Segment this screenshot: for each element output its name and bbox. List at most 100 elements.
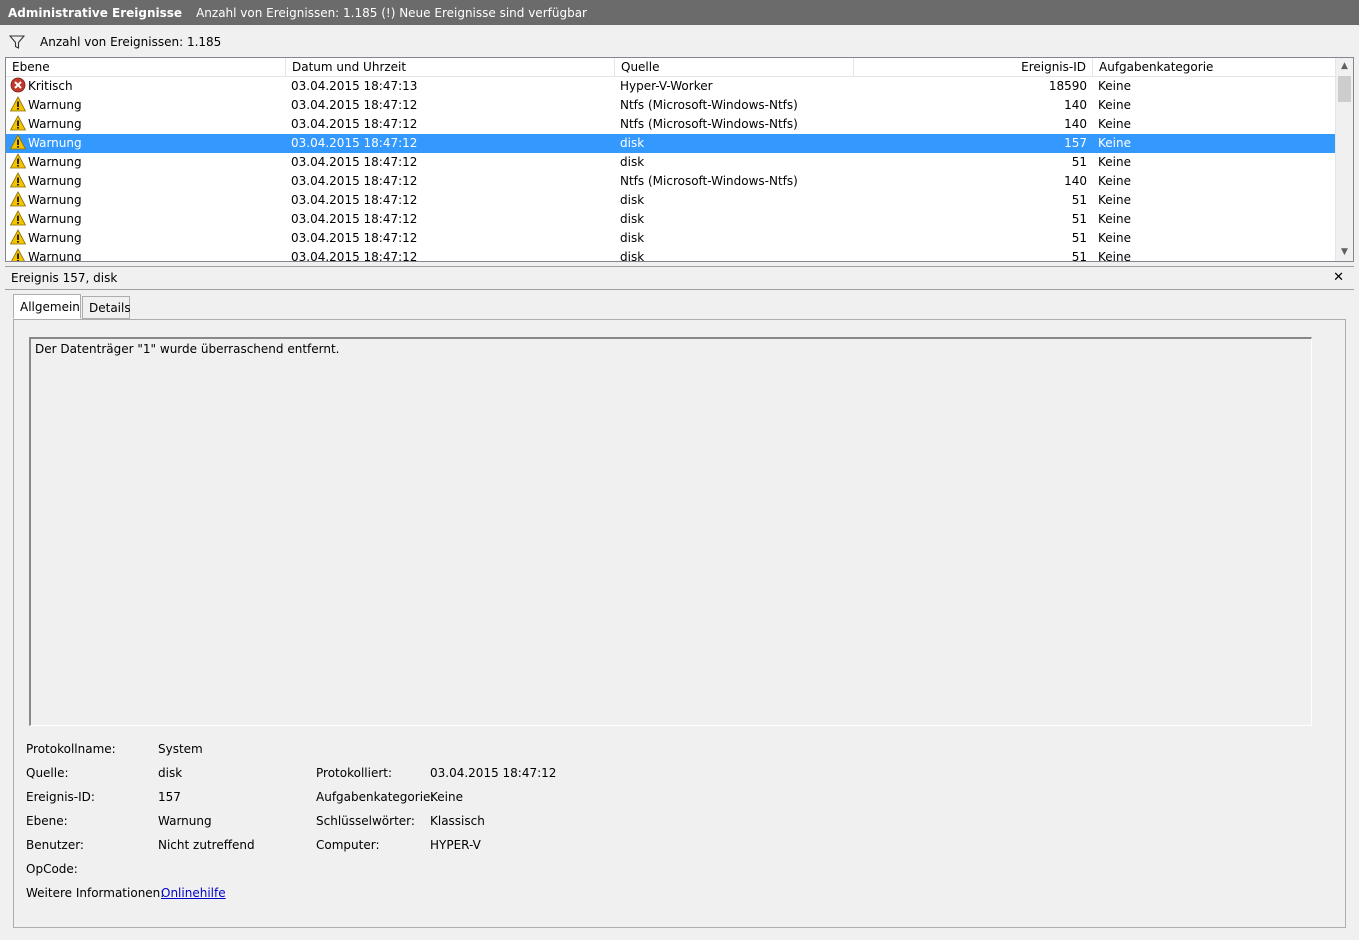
cell-source: Ntfs (Microsoft-Windows-Ntfs) — [620, 98, 798, 112]
cell-level-text: Warnung — [28, 193, 82, 207]
table-row[interactable]: Warnung 03.04.2015 18:47:12 disk 157 Keine — [6, 134, 1335, 153]
cell-level-text: Warnung — [28, 174, 82, 188]
cell-source: disk — [620, 250, 645, 262]
event-count-info: Anzahl von Ereignissen: 1.185 (!) Neue E… — [196, 5, 587, 20]
column-header-task-category[interactable]: Aufgabenkategorie — [1093, 58, 1335, 77]
cell-level: Warnung — [10, 115, 280, 134]
prop-label-computer: Computer: — [316, 838, 380, 852]
cell-level: Warnung — [10, 248, 280, 261]
cell-task-category: Keine — [1098, 136, 1131, 150]
prop-label-user: Benutzer: — [26, 838, 84, 852]
warning-icon — [10, 191, 27, 207]
table-row[interactable]: Warnung 03.04.2015 18:47:12 Ntfs (Microsof… — [6, 172, 1335, 191]
cell-date: 03.04.2015 18:47:12 — [291, 155, 418, 169]
scrollbar-thumb[interactable] — [1338, 76, 1351, 102]
cell-task-category: Keine — [1098, 174, 1131, 188]
prop-label-logname: Protokollname: — [26, 742, 116, 756]
critical-icon — [10, 77, 26, 93]
cell-event-id: 18590 — [1048, 79, 1087, 93]
column-header-source[interactable]: Quelle — [615, 58, 854, 77]
cell-level-text: Kritisch — [28, 79, 73, 93]
prop-value-logged: 03.04.2015 18:47:12 — [430, 766, 557, 780]
table-row[interactable]: Warnung 03.04.2015 18:47:12 disk 51 Keine — [6, 153, 1335, 172]
prop-value-event-id: 157 — [158, 790, 181, 804]
column-header-date[interactable]: Datum und Uhrzeit — [286, 58, 615, 77]
warning-icon — [10, 153, 27, 169]
table-row[interactable]: Warnung 03.04.2015 18:47:12 disk 51 Keine — [6, 191, 1335, 210]
cell-level: Warnung — [10, 153, 280, 172]
table-row[interactable]: Warnung 03.04.2015 18:47:12 Ntfs (Microsof… — [6, 96, 1335, 115]
warning-icon — [10, 229, 27, 245]
cell-event-id: 157 — [1064, 136, 1087, 150]
scroll-down-arrow-icon[interactable]: ▼ — [1336, 244, 1353, 261]
table-row[interactable]: Kritisch 03.04.2015 18:47:13 Hyper-V-Worke… — [6, 77, 1335, 96]
prop-label-opcode: OpCode: — [26, 862, 78, 876]
cell-source: Hyper-V-Worker — [620, 79, 713, 93]
cell-event-id: 51 — [1071, 193, 1087, 207]
prop-label-level: Ebene: — [26, 814, 68, 828]
cell-source: disk — [620, 231, 645, 245]
table-row[interactable]: Warnung 03.04.2015 18:47:12 Ntfs (Microsof… — [6, 115, 1335, 134]
cell-task-category: Keine — [1098, 117, 1131, 131]
prop-label-event-id: Ereignis-ID: — [26, 790, 95, 804]
filter-funnel-icon[interactable] — [9, 34, 25, 50]
cell-event-id: 140 — [1064, 117, 1087, 131]
cell-level: Warnung — [10, 96, 280, 115]
events-grid[interactable]: Ebene Datum und Uhrzeit Quelle Ereignis-… — [5, 57, 1354, 262]
cell-date: 03.04.2015 18:47:12 — [291, 250, 418, 262]
warning-icon — [10, 172, 27, 188]
cell-level: Warnung — [10, 134, 280, 153]
cell-level-text: Warnung — [28, 212, 82, 226]
prop-value-source: disk — [158, 766, 183, 780]
table-row[interactable]: Warnung 03.04.2015 18:47:12 disk 51 Keine — [6, 229, 1335, 248]
cell-source: disk — [620, 155, 645, 169]
column-header-event-id[interactable]: Ereignis-ID — [854, 58, 1093, 77]
event-message-text: Der Datenträger "1" wurde überraschend e… — [35, 342, 340, 356]
panel-title: Administrative Ereignisse — [8, 5, 183, 20]
tab-details[interactable]: Details — [82, 296, 131, 319]
prop-value-logname: System — [158, 742, 203, 756]
cell-event-id: 51 — [1071, 231, 1087, 245]
cell-level-text: Warnung — [28, 117, 82, 131]
grid-rows: Kritisch 03.04.2015 18:47:13 Hyper-V-Worke… — [6, 77, 1335, 262]
column-header-level[interactable]: Ebene — [6, 58, 286, 77]
cell-date: 03.04.2015 18:47:12 — [291, 231, 418, 245]
prop-label-task-category: Aufgabenkategorie: — [316, 790, 435, 804]
online-help-link[interactable]: Onlinehilfe — [161, 886, 226, 900]
prop-label-source: Quelle: — [26, 766, 69, 780]
cell-source: Ntfs (Microsoft-Windows-Ntfs) — [620, 174, 798, 188]
prop-label-more-info: Weitere Informationen: — [26, 886, 165, 900]
cell-task-category: Keine — [1098, 231, 1131, 245]
cell-level: Warnung — [10, 172, 280, 191]
cell-source: Ntfs (Microsoft-Windows-Ntfs) — [620, 117, 798, 131]
cell-level: Warnung — [10, 210, 280, 229]
prop-value-task-category: Keine — [430, 790, 463, 804]
prop-label-logged: Protokolliert: — [316, 766, 393, 780]
cell-level: Kritisch — [10, 77, 280, 96]
cell-task-category: Keine — [1098, 98, 1131, 112]
event-detail-header: Ereignis 157, disk ✕ — [5, 266, 1354, 290]
table-row[interactable]: Warnung 03.04.2015 18:47:12 disk 51 Keine — [6, 210, 1335, 229]
close-icon[interactable]: ✕ — [1333, 270, 1344, 285]
warning-icon — [10, 96, 27, 112]
prop-value-level: Warnung — [158, 814, 212, 828]
cell-event-id: 51 — [1071, 212, 1087, 226]
table-row[interactable]: Warnung 03.04.2015 18:47:12 disk 51 Keine — [6, 248, 1335, 262]
cell-date: 03.04.2015 18:47:12 — [291, 98, 418, 112]
cell-level-text: Warnung — [28, 136, 82, 150]
filter-count-text: Anzahl von Ereignissen: 1.185 — [40, 35, 222, 49]
cell-event-id: 51 — [1071, 155, 1087, 169]
warning-icon — [10, 210, 27, 226]
cell-date: 03.04.2015 18:47:12 — [291, 193, 418, 207]
prop-value-user: Nicht zutreffend — [158, 838, 255, 852]
cell-source: disk — [620, 193, 645, 207]
tab-general[interactable]: Allgemein — [13, 294, 81, 319]
scroll-up-arrow-icon[interactable]: ▲ — [1336, 58, 1353, 75]
window-titlebar: Administrative Ereignisse Anzahl von Ere… — [0, 0, 1359, 25]
cell-task-category: Keine — [1098, 250, 1131, 262]
event-message-box[interactable]: Der Datenträger "1" wurde überraschend e… — [29, 337, 1312, 726]
cell-source: disk — [620, 136, 645, 150]
grid-vertical-scrollbar[interactable]: ▲ ▼ — [1335, 58, 1353, 261]
warning-icon — [10, 115, 27, 131]
cell-event-id: 51 — [1071, 250, 1087, 262]
